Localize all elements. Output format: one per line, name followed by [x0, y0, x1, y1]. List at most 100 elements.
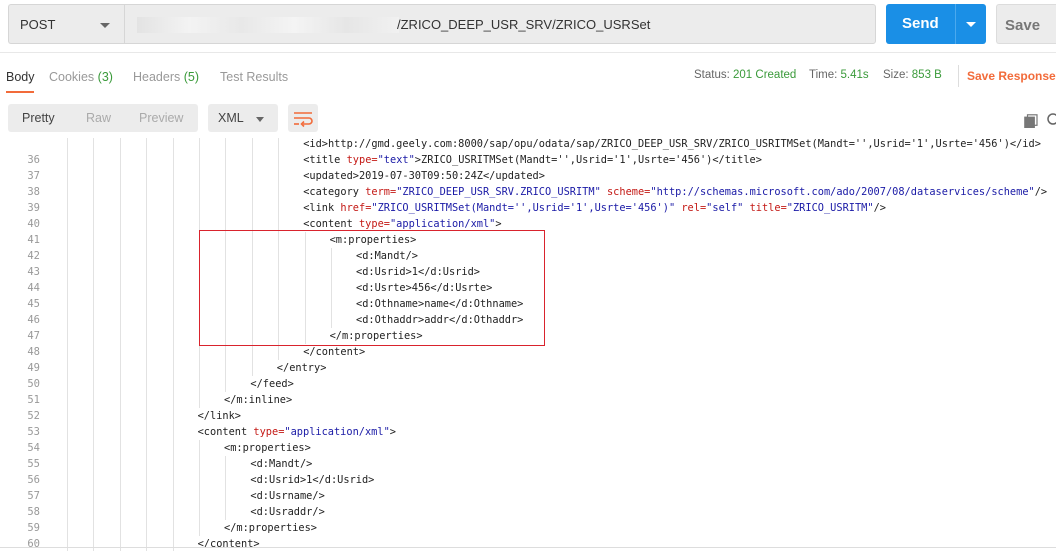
indent-guide [67, 472, 68, 488]
tab-cookies[interactable]: Cookies (3) [49, 70, 113, 84]
line-number: 51 [27, 394, 40, 406]
tab-test-results[interactable]: Test Results [220, 70, 288, 84]
indent-guide [146, 248, 148, 264]
response-toolbar: Pretty Raw Preview XML [0, 96, 1056, 144]
code-line: 37 <updated>2019-07-30T09:50:24Z</updated… [0, 168, 1056, 184]
indent-guide [199, 504, 200, 520]
indent-guide [146, 216, 148, 232]
code-text: <d:Usraddr/> [250, 504, 324, 520]
code-token: href= [340, 202, 372, 214]
indent-guide [67, 232, 68, 248]
indent-guide [67, 296, 68, 312]
indent-guide [119, 138, 121, 152]
indent-guide [119, 424, 121, 440]
send-button[interactable]: Send [886, 4, 986, 44]
indent-guide [225, 184, 227, 200]
indent-guide [251, 344, 253, 360]
send-divider [955, 4, 956, 44]
line-number: 60 [27, 538, 40, 550]
indent-guide [146, 344, 148, 360]
indent-guide [199, 520, 200, 536]
indent-guide [93, 216, 95, 232]
method-select[interactable]: POST [8, 4, 124, 44]
indent-guide [225, 360, 227, 376]
indent-guide [172, 408, 174, 424]
url-input[interactable]: /ZRICO_DEEP_USR_SRV/ZRICO_USRSet [124, 4, 876, 44]
code-line: 52 </link> [0, 408, 1056, 424]
line-number: 58 [27, 506, 40, 518]
code-token: </content> [197, 538, 260, 550]
indent-guide [119, 296, 121, 312]
code-text: </content> [303, 344, 365, 360]
code-token: </feed> [250, 378, 294, 390]
code-token: <title [303, 154, 347, 166]
line-number: 47 [27, 330, 40, 342]
save-response-button[interactable]: Save Response [967, 69, 1056, 83]
indent-guide [93, 424, 95, 440]
indent-guide [93, 472, 95, 488]
indent-guide [199, 152, 200, 168]
indent-guide [146, 312, 148, 328]
line-number: 50 [27, 378, 40, 390]
indent-guide [172, 536, 174, 551]
indent-guide [278, 152, 280, 168]
indent-guide [172, 312, 174, 328]
indent-guide [172, 424, 174, 440]
status-label: Status: [694, 69, 730, 81]
time-readout: Time: 5.41s [809, 69, 869, 81]
language-select[interactable]: XML [208, 104, 278, 132]
indent-guide [119, 280, 121, 296]
indent-guide [119, 408, 121, 424]
code-token: "self" [706, 202, 744, 214]
indent-guide [146, 280, 148, 296]
code-text: <m:properties> [224, 440, 311, 456]
wrap-lines-button[interactable] [288, 104, 318, 132]
line-number: 49 [27, 362, 40, 374]
search-icon[interactable] [1046, 112, 1056, 128]
indent-guide [172, 456, 174, 472]
indent-guide [119, 264, 121, 280]
indent-guide [67, 138, 68, 152]
indent-guide [225, 138, 227, 152]
indent-guide [199, 200, 200, 216]
indent-guide [119, 520, 121, 536]
tab-label: Cookies [49, 70, 95, 84]
indent-guide [251, 152, 253, 168]
format-preview[interactable]: Preview [139, 111, 183, 125]
indent-guide [93, 312, 95, 328]
code-line: <id>http://gmd.geely.com:8000/sap/opu/od… [0, 138, 1056, 152]
indent-guide [93, 360, 95, 376]
indent-guide [172, 392, 174, 408]
copy-icon[interactable] [1024, 114, 1038, 128]
indent-guide [278, 138, 280, 152]
wrap-lines-icon [294, 112, 313, 128]
chevron-down-icon[interactable] [966, 22, 976, 27]
indent-guide [225, 200, 227, 216]
indent-guide [93, 168, 95, 184]
code-line: 60 </content> [0, 536, 1056, 551]
code-token: <d:Usrname/> [250, 490, 325, 502]
indent-guide [93, 152, 95, 168]
code-token: <d:Mandt/> [250, 458, 313, 470]
code-token: </m:inline> [224, 394, 293, 406]
code-line: 38 <category term="ZRICO_DEEP_USR_SRV.ZRI… [0, 184, 1056, 200]
save-button[interactable]: Save [996, 4, 1056, 44]
code-token: <d:Usrid>1</d:Usrid> [250, 474, 375, 486]
status-readout: Status: 201 Created [694, 69, 796, 81]
indent-guide [172, 216, 174, 232]
code-line: 56 <d:Usrid>1</d:Usrid> [0, 472, 1056, 488]
indent-guide [146, 376, 148, 392]
code-line: 39 <link href="ZRICO_USRITMSet(Mandt='',U… [0, 200, 1056, 216]
tab-headers[interactable]: Headers (5) [133, 70, 199, 84]
indent-guide [119, 168, 121, 184]
format-raw[interactable]: Raw [86, 111, 111, 125]
code-token: scheme= [606, 186, 651, 198]
chevron-down-icon [100, 23, 110, 28]
indent-guide [146, 520, 148, 536]
format-pretty[interactable]: Pretty [22, 111, 55, 125]
indent-guide [172, 328, 174, 344]
code-text: <d:Usrid>1</d:Usrid> [250, 472, 374, 488]
indent-guide [93, 456, 95, 472]
indent-guide [278, 184, 280, 200]
tab-body[interactable]: Body [6, 70, 35, 84]
